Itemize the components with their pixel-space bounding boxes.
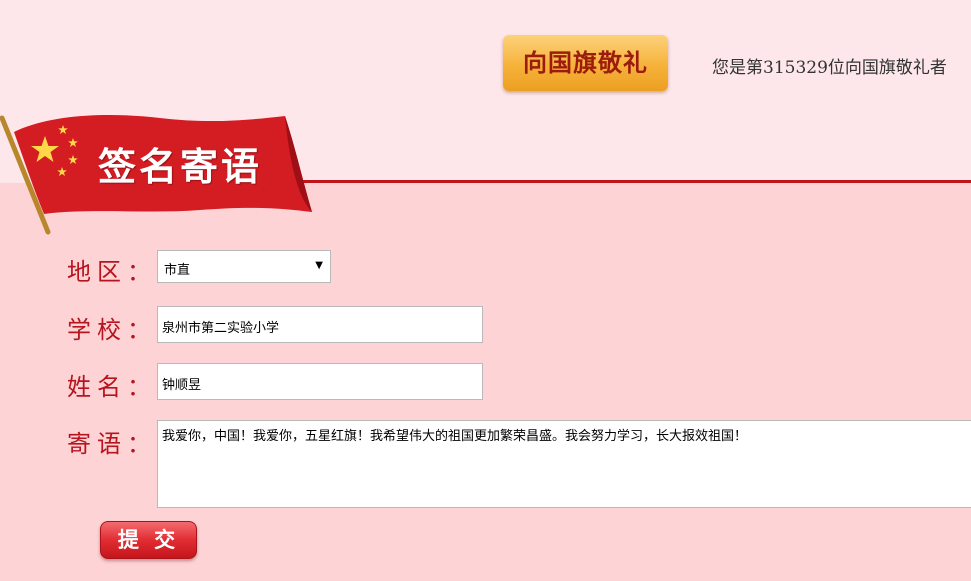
section-divider <box>300 180 971 183</box>
region-label: 地区： <box>67 258 157 286</box>
name-label: 姓名： <box>67 373 157 401</box>
section-title: 签名寄语 <box>98 145 263 189</box>
salute-counter: 您是第315329位向国旗敬礼者 <box>712 58 947 78</box>
chevron-down-icon: ▼ <box>315 260 323 271</box>
message-textarea[interactable]: 我爱你，中国！我爱你，五星红旗！我希望伟大的祖国更加繁荣昌盛。我会努力学习，长大… <box>157 420 971 508</box>
flag-banner <box>0 114 312 235</box>
name-input[interactable]: 钟顺昱 <box>157 363 483 400</box>
message-label: 寄语： <box>67 430 157 458</box>
salute-flag-button[interactable]: 向国旗敬礼 <box>503 35 668 91</box>
region-selected-value: 市直 <box>164 263 191 278</box>
school-label: 学校： <box>67 316 157 344</box>
school-input[interactable]: 泉州市第二实验小学 <box>157 306 483 343</box>
region-select[interactable]: 市直 ▼ <box>157 250 331 283</box>
submit-button[interactable]: 提 交 <box>100 521 197 559</box>
